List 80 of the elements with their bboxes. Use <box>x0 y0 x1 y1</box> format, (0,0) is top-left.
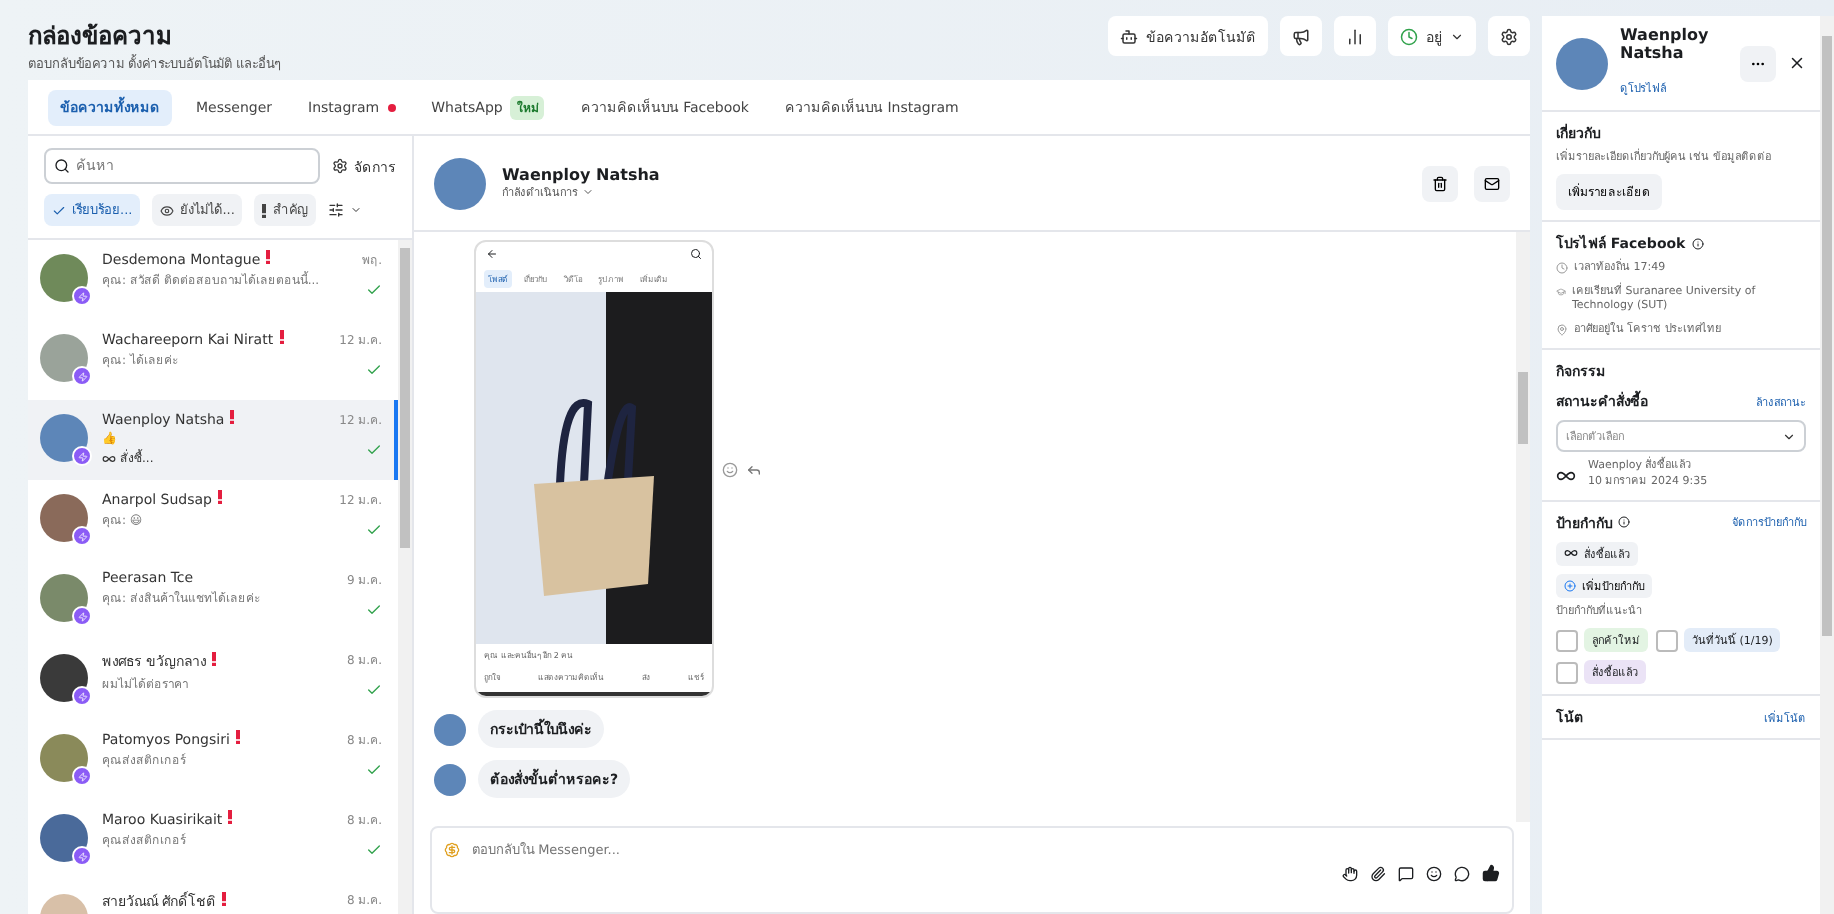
plus-icon <box>1564 579 1576 592</box>
check-icon <box>366 682 382 698</box>
reply-icon[interactable] <box>746 461 762 477</box>
check-icon <box>366 602 382 618</box>
messenger-badge-icon <box>72 686 92 706</box>
avatar <box>434 763 466 795</box>
checkbox[interactable] <box>1556 629 1578 652</box>
bar-chart-icon <box>1346 27 1364 45</box>
scrollbar[interactable] <box>398 240 412 914</box>
search-icon <box>54 158 70 174</box>
page-title: กล่องข้อความ <box>28 20 174 54</box>
caret-icon <box>350 204 363 216</box>
mail-icon <box>1484 175 1500 191</box>
info-icon <box>1691 237 1704 250</box>
saved-reply-icon[interactable] <box>1398 865 1414 881</box>
messenger-badge-icon <box>72 766 92 786</box>
clock-icon <box>1556 262 1568 275</box>
checkbox[interactable] <box>1656 629 1678 652</box>
megaphone-icon <box>1292 27 1310 45</box>
chart-button[interactable] <box>1334 16 1376 56</box>
info-icon <box>1618 516 1630 529</box>
settings-icon <box>332 158 348 174</box>
check-icon <box>366 442 382 458</box>
mail-button[interactable] <box>1474 165 1510 201</box>
close-icon[interactable] <box>1788 54 1806 72</box>
clock-icon <box>1400 27 1418 45</box>
avatar <box>40 334 88 382</box>
avatar <box>1556 37 1608 89</box>
avatar <box>40 814 88 862</box>
exclamation-icon <box>262 203 267 217</box>
messenger-badge-icon <box>72 526 92 546</box>
check-icon <box>366 282 382 298</box>
check-icon <box>366 522 382 538</box>
robot-icon <box>1120 27 1138 45</box>
school-icon <box>1556 285 1566 298</box>
delete-button[interactable] <box>1422 165 1458 201</box>
avatar <box>434 713 466 745</box>
infinity-icon <box>1564 546 1578 561</box>
emoji-icon[interactable] <box>1426 865 1442 881</box>
scrollbar[interactable] <box>1820 16 1834 914</box>
settings-icon <box>1500 27 1518 45</box>
scrollbar[interactable] <box>1516 232 1530 822</box>
coin-icon <box>444 842 460 858</box>
avatar <box>40 574 88 622</box>
caret-icon <box>1450 29 1464 43</box>
avatar <box>40 494 88 542</box>
trash-icon <box>1432 175 1448 191</box>
avatar <box>434 157 486 209</box>
back-arrow-icon <box>486 248 498 260</box>
contact-name: Waenploy Natsha <box>1620 26 1711 62</box>
check-icon <box>366 842 382 858</box>
avatar <box>40 254 88 302</box>
chat-icon[interactable] <box>1454 865 1470 881</box>
chat-contact-name: Waenploy Natsha <box>502 166 662 184</box>
settings-button[interactable] <box>1488 16 1530 56</box>
hand-icon[interactable] <box>1342 865 1358 881</box>
avatar <box>40 734 88 782</box>
sliders-icon <box>328 202 345 218</box>
caret-icon <box>1782 429 1796 444</box>
infinity-icon <box>102 451 116 465</box>
check-icon <box>366 762 382 778</box>
search-icon <box>690 248 702 260</box>
messenger-badge-icon <box>72 606 92 626</box>
messenger-badge-icon <box>72 446 92 466</box>
caret-icon <box>582 186 594 198</box>
attach-icon[interactable] <box>1370 865 1386 881</box>
avatar <box>40 654 88 702</box>
like-icon[interactable] <box>1482 864 1500 882</box>
messenger-badge-icon <box>72 366 92 386</box>
eye-icon <box>160 203 175 217</box>
messenger-badge-icon <box>72 286 92 306</box>
check-icon <box>366 362 382 378</box>
place-icon <box>1556 323 1568 336</box>
megaphone-button[interactable] <box>1280 16 1322 56</box>
avatar <box>40 414 88 462</box>
checkbox[interactable] <box>1556 661 1578 684</box>
smile-icon[interactable] <box>722 461 738 477</box>
check-icon <box>52 203 66 217</box>
messenger-badge-icon <box>72 846 92 866</box>
filter-settings-button[interactable] <box>328 202 363 218</box>
